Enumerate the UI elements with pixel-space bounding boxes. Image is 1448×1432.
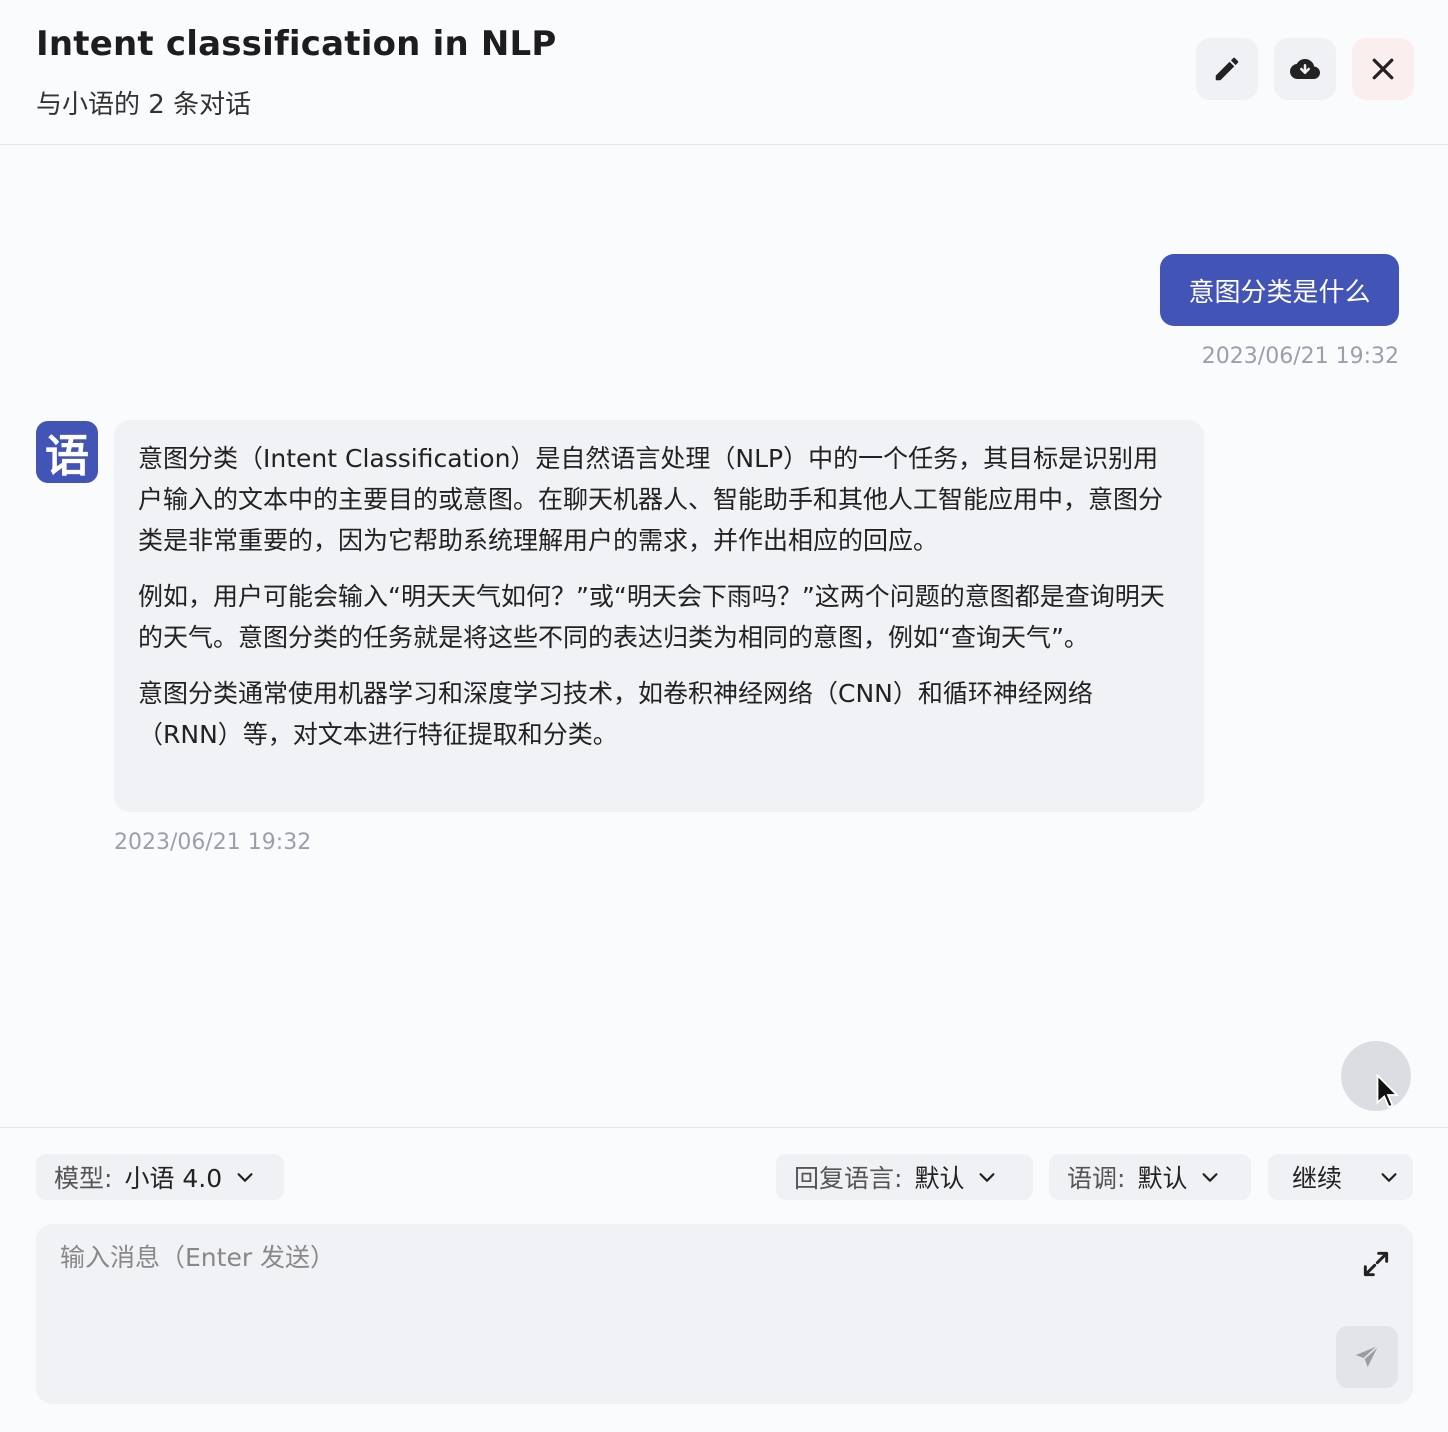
reply-language-selector[interactable]: 回复语言: 默认 <box>776 1154 1033 1200</box>
send-icon <box>1355 1345 1379 1367</box>
close-button[interactable] <box>1352 38 1414 100</box>
conversation-header: Intent classification in NLP 与小语的 2 条对话 <box>0 0 1448 145</box>
chevron-down-icon <box>979 1173 995 1182</box>
pencil-icon <box>1215 57 1239 81</box>
expand-icon[interactable] <box>1360 1248 1392 1280</box>
chat-app: Intent classification in NLP 与小语的 2 条对话 … <box>0 0 1448 1432</box>
model-value: 小语 4.0 <box>124 1164 223 1193</box>
assistant-paragraph: 意图分类（Intent Classification）是自然语言处理（NLP）中… <box>138 444 1164 555</box>
model-label: 模型: <box>54 1164 113 1193</box>
mouse-cursor-icon <box>1376 1074 1400 1109</box>
continue-split-button: 继续 <box>1268 1154 1413 1200</box>
reply-language-value: 默认 <box>914 1164 965 1193</box>
continue-button[interactable]: 继续 <box>1268 1159 1342 1195</box>
chevron-down-icon <box>237 1173 253 1182</box>
assistant-paragraph: 意图分类通常使用机器学习和深度学习技术，如卷积神经网络（CNN）和循环神经网络（… <box>138 679 1093 749</box>
reply-language-label: 回复语言: <box>794 1164 903 1193</box>
send-button[interactable] <box>1336 1326 1398 1388</box>
cloud-download-icon <box>1290 59 1320 79</box>
assistant-paragraph: 例如，用户可能会输入“明天天气如何？”或“明天会下雨吗？”这两个问题的意图都是查… <box>138 582 1165 652</box>
message-input[interactable] <box>60 1238 1340 1298</box>
continue-options-button[interactable] <box>1365 1154 1413 1200</box>
user-message-bubble: 意图分类是什么 <box>1160 254 1399 326</box>
close-icon <box>1372 58 1394 80</box>
footer-divider <box>0 1127 1448 1128</box>
chevron-down-icon <box>1381 1173 1397 1182</box>
tone-selector[interactable]: 语调: 默认 <box>1049 1154 1251 1200</box>
download-button[interactable] <box>1274 38 1336 100</box>
edit-button[interactable] <box>1196 38 1258 100</box>
conversation-title: Intent classification in NLP <box>36 24 557 64</box>
model-selector[interactable]: 模型: 小语 4.0 <box>36 1154 284 1200</box>
user-message-timestamp: 2023/06/21 19:32 <box>1201 344 1399 369</box>
tone-label: 语调: <box>1067 1164 1126 1193</box>
conversation-subtitle: 与小语的 2 条对话 <box>36 90 252 120</box>
assistant-avatar: 语 <box>36 421 98 483</box>
assistant-message-timestamp: 2023/06/21 19:32 <box>114 830 312 855</box>
tone-value: 默认 <box>1137 1164 1188 1193</box>
chevron-down-icon <box>1202 1173 1218 1182</box>
message-composer <box>36 1224 1413 1404</box>
assistant-message-bubble: 意图分类（Intent Classification）是自然语言处理（NLP）中… <box>114 420 1204 812</box>
